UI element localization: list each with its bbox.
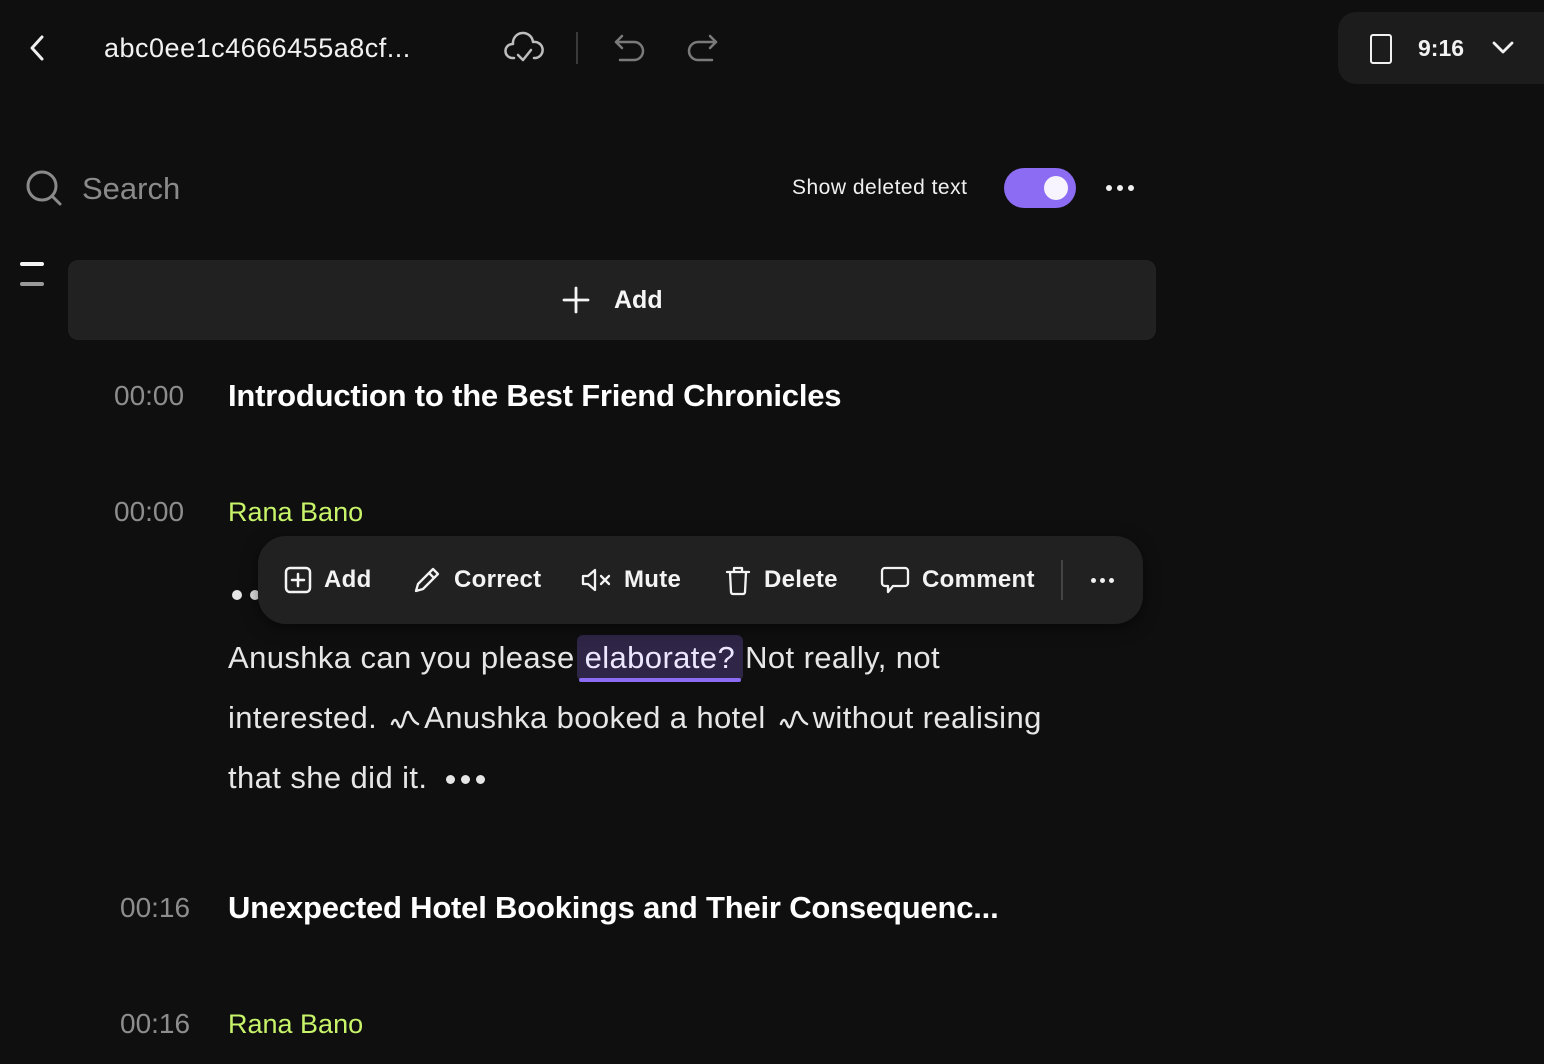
- menu-handle-icon[interactable]: [20, 262, 46, 290]
- add-section-button[interactable]: Add: [68, 260, 1156, 340]
- add-label: Add: [614, 286, 663, 314]
- speaker-name[interactable]: Rana Bano: [228, 1006, 363, 1042]
- context-delete-label: Delete: [764, 566, 838, 593]
- search-field[interactable]: [24, 166, 424, 212]
- back-button[interactable]: [22, 30, 52, 66]
- redo-button[interactable]: [684, 30, 720, 66]
- word-context-toolbar: Add Correct Mute Delete Comment: [258, 536, 1143, 624]
- context-comment-button[interactable]: Comment: [880, 536, 1035, 624]
- cloud-check-icon: [504, 30, 544, 66]
- context-add-button[interactable]: Add: [284, 536, 372, 624]
- context-mute-button[interactable]: Mute: [580, 536, 681, 624]
- context-divider: [1061, 560, 1063, 600]
- search-input[interactable]: [80, 166, 384, 212]
- context-correct-button[interactable]: Correct: [412, 536, 541, 624]
- more-horizontal-icon: [1106, 185, 1112, 191]
- pause-marker[interactable]: [232, 590, 260, 600]
- chevron-down-icon: [1492, 41, 1514, 54]
- aspect-ratio-value: 9:16: [1418, 35, 1465, 61]
- audio-wave-icon[interactable]: [779, 708, 809, 732]
- trash-icon: [725, 566, 751, 596]
- show-deleted-label: Show deleted text: [792, 176, 968, 199]
- aspect-ratio-dropdown[interactable]: 9:16: [1338, 12, 1544, 84]
- toggle-knob: [1044, 176, 1068, 200]
- context-more-button[interactable]: [1086, 564, 1118, 596]
- undo-button[interactable]: [612, 30, 648, 66]
- context-mute-label: Mute: [624, 566, 682, 593]
- more-options-button[interactable]: [1100, 172, 1140, 204]
- speaker-name[interactable]: Rana Bano: [228, 494, 363, 530]
- context-add-label: Add: [324, 566, 372, 593]
- speaker-timestamp[interactable]: 00:16: [120, 1006, 190, 1042]
- chapter-title[interactable]: Unexpected Hotel Bookings and Their Cons…: [228, 888, 999, 928]
- chevron-left-icon: [30, 35, 44, 61]
- selected-word[interactable]: elaborate?: [576, 635, 744, 682]
- transcript-words[interactable]: Anushka booked a hotel: [424, 700, 765, 735]
- comment-icon: [880, 566, 910, 594]
- more-horizontal-icon: [1090, 577, 1096, 583]
- chapter-timestamp[interactable]: 00:16: [120, 890, 190, 926]
- audio-wave-icon[interactable]: [390, 708, 420, 732]
- plus-icon: [562, 286, 590, 314]
- transcript-words[interactable]: Anushka can you please: [228, 640, 575, 675]
- context-delete-button[interactable]: Delete: [724, 536, 838, 624]
- document-title[interactable]: abc0ee1c4666455a8cf...: [104, 30, 411, 66]
- pause-marker[interactable]: [446, 775, 486, 785]
- header-divider: [576, 32, 578, 64]
- plus-square-icon: [284, 566, 312, 594]
- chapter-timestamp[interactable]: 00:00: [114, 378, 184, 414]
- undo-icon: [614, 34, 645, 62]
- portrait-frame-icon: [1370, 34, 1392, 64]
- search-icon: [26, 170, 62, 206]
- chapter-title[interactable]: Introduction to the Best Friend Chronicl…: [228, 376, 842, 416]
- speaker-mute-icon: [581, 568, 611, 592]
- context-correct-label: Correct: [454, 566, 542, 593]
- speaker-timestamp[interactable]: 00:00: [114, 494, 184, 530]
- context-comment-label: Comment: [922, 566, 1035, 593]
- redo-icon: [687, 34, 718, 62]
- pencil-icon: [414, 567, 440, 593]
- transcript-paragraph[interactable]: Anushka can you please elaborate? Not real…: [228, 628, 1088, 808]
- show-deleted-toggle[interactable]: [1004, 168, 1076, 208]
